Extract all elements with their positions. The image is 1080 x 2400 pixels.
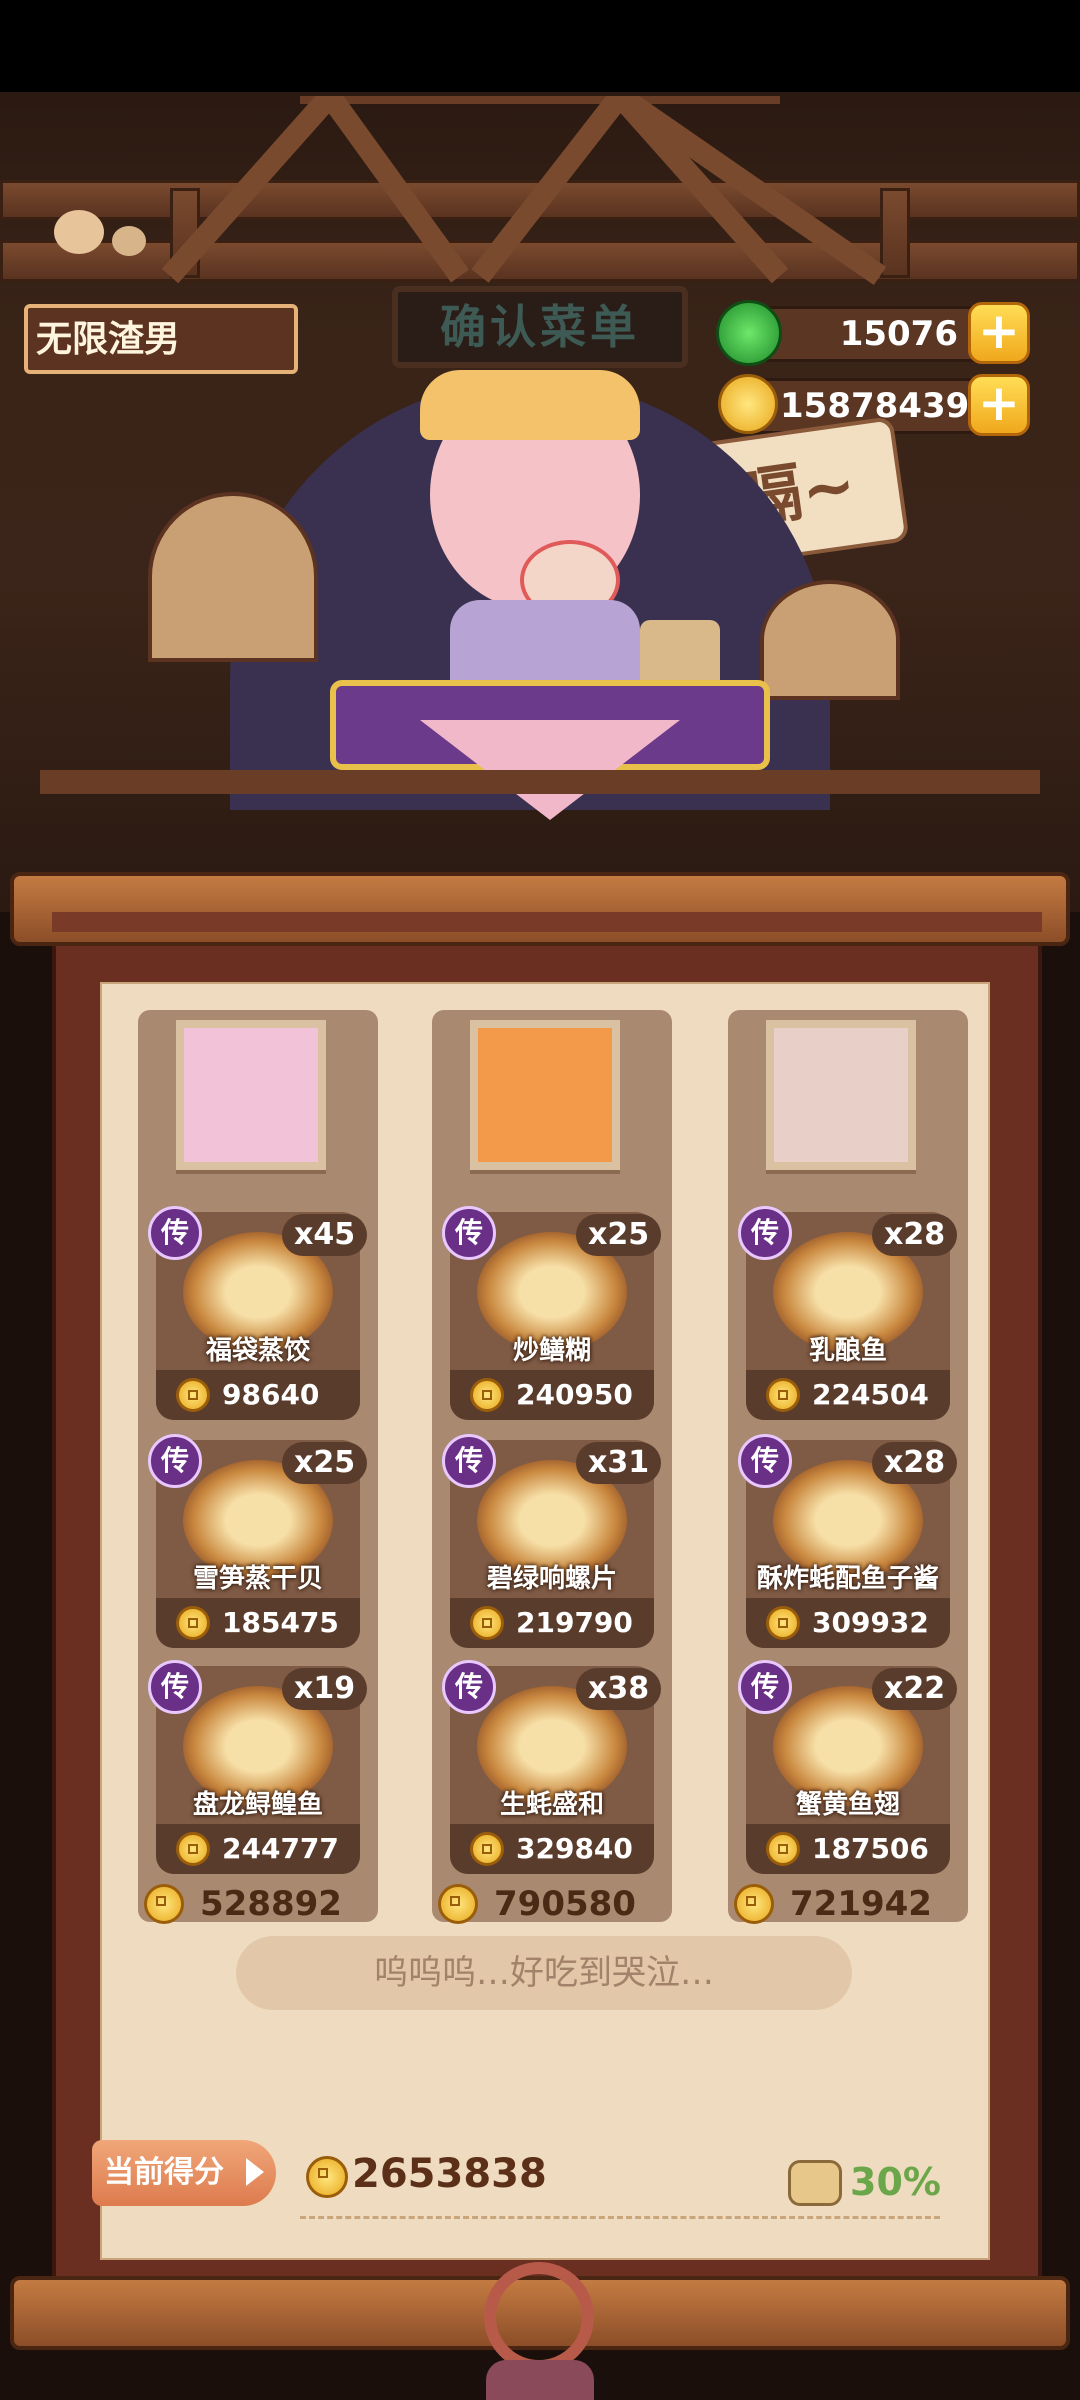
legendary-badge: 传	[738, 1206, 792, 1260]
dish-price: 98640	[222, 1378, 320, 1411]
player-name: 无限渣男	[36, 319, 181, 360]
dish-price: 185475	[222, 1606, 339, 1639]
status-bar	[0, 0, 1080, 92]
coin-icon	[306, 2156, 348, 2198]
dish-name: 蟹黄鱼翅	[795, 1790, 900, 1820]
legendary-badge: 传	[738, 1660, 792, 1714]
dish-quantity: x22	[872, 1668, 958, 1710]
coin-icon	[176, 1832, 210, 1866]
jade-icon	[716, 300, 782, 366]
tip-bag-icon	[788, 2160, 842, 2206]
dish-quantity: x25	[282, 1442, 368, 1484]
chick-decoration	[112, 226, 146, 256]
score-label: 当前得分	[104, 2155, 224, 2190]
score-value: 2653838	[352, 2151, 547, 2197]
coin-icon	[144, 1884, 184, 1924]
coin-icon	[470, 1606, 504, 1640]
tip-percent: 30%	[850, 2160, 941, 2204]
legendary-badge: 传	[738, 1434, 792, 1488]
character-portrait-3	[766, 1020, 916, 1170]
dish-quantity: x28	[872, 1442, 958, 1484]
tassel	[486, 2360, 594, 2400]
character-portrait-2	[470, 1020, 620, 1170]
menu-sign-title: 确认菜单	[440, 300, 640, 354]
scroll-rod-top	[10, 872, 1070, 946]
column-total: 790580	[494, 1884, 636, 1924]
dish-name: 酥炸蚝配鱼子酱	[756, 1564, 939, 1594]
customer-comment: 呜呜呜…好吃到哭泣…	[374, 1953, 714, 1993]
dish-name: 碧绿响螺片	[486, 1564, 617, 1594]
legendary-badge: 传	[148, 1206, 202, 1260]
dish-quantity: x38	[576, 1668, 662, 1710]
coin-icon	[766, 1606, 800, 1640]
dish-price: 224504	[812, 1378, 929, 1411]
fan-right	[760, 580, 900, 700]
chick-decoration	[54, 210, 104, 254]
legendary-badge: 传	[442, 1434, 496, 1488]
column-total: 528892	[200, 1884, 342, 1924]
scroll-hanger	[52, 912, 1042, 932]
coin-icon	[438, 1884, 478, 1924]
dish-name: 雪笋蒸干贝	[192, 1564, 323, 1594]
fan-left	[148, 492, 318, 662]
jade-value: 15076	[839, 314, 958, 354]
coin-icon	[470, 1378, 504, 1412]
play-arrow-icon	[246, 2158, 264, 2186]
dish-quantity: x25	[576, 1214, 662, 1256]
dish-name: 炒鳝糊	[512, 1336, 591, 1366]
legendary-badge: 传	[442, 1206, 496, 1260]
column-total: 721942	[790, 1884, 932, 1924]
legendary-badge: 传	[148, 1434, 202, 1488]
coin-icon	[176, 1606, 210, 1640]
character-portrait-1	[176, 1020, 326, 1170]
dish-price: 187506	[812, 1832, 929, 1865]
coin-icon	[766, 1832, 800, 1866]
dish-price: 329840	[516, 1832, 633, 1865]
coin-icon	[176, 1378, 210, 1412]
coin-icon	[470, 1832, 504, 1866]
fence	[40, 770, 1040, 794]
dish-price: 309932	[812, 1606, 929, 1639]
dish-price: 240950	[516, 1378, 633, 1411]
coin-icon	[766, 1378, 800, 1412]
legendary-badge: 传	[148, 1660, 202, 1714]
dish-name: 福袋蒸饺	[205, 1336, 310, 1366]
legendary-badge: 传	[442, 1660, 496, 1714]
dish-name: 乳酿鱼	[808, 1336, 887, 1366]
dish-name: 生蚝盛和	[499, 1790, 604, 1820]
dish-name: 盘龙鲟鳇鱼	[192, 1790, 323, 1820]
knot-ornament	[484, 2262, 594, 2372]
dish-price: 244777	[222, 1832, 339, 1865]
flower-headdress	[420, 370, 640, 440]
roof-truss	[161, 96, 887, 286]
dish-quantity: x19	[282, 1668, 368, 1710]
coin-icon	[718, 374, 778, 434]
dish-quantity: x45	[282, 1214, 368, 1256]
coin-icon	[734, 1884, 774, 1924]
dish-price: 219790	[516, 1606, 633, 1639]
score-divider	[300, 2216, 940, 2219]
add-jade-button[interactable]: +	[968, 302, 1030, 364]
dish-quantity: x31	[576, 1442, 662, 1484]
dish-quantity: x28	[872, 1214, 958, 1256]
add-coins-button[interactable]: +	[968, 374, 1030, 436]
